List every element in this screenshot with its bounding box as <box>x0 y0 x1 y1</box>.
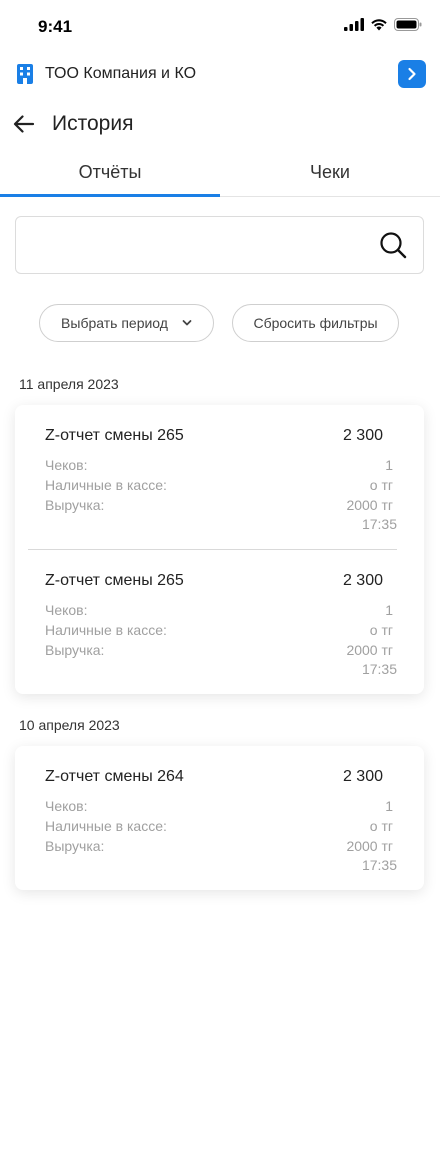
report-title: Z-отчет смены 265 <box>45 572 184 589</box>
period-select-button[interactable]: Выбрать период <box>39 304 214 342</box>
checks-label: Чеков: <box>45 602 88 618</box>
revenue-label: Выручка: <box>45 838 105 854</box>
report-title: Z-отчет смены 264 <box>45 768 184 785</box>
filters: Выбрать период Сбросить фильтры <box>0 304 440 342</box>
cash-label: Наличные в кассе: <box>45 622 167 638</box>
reset-filters-button[interactable]: Сбросить фильтры <box>232 304 399 342</box>
report-time: 17:35 <box>361 516 397 532</box>
cash-label: Наличные в кассе: <box>45 818 167 834</box>
report-card: Z-отчет смены 265 2 300 Чеков: 1 Наличны… <box>15 405 424 694</box>
checks-value: 1 <box>385 602 393 618</box>
checks-value: 1 <box>385 798 393 814</box>
cash-value: о тг <box>369 622 393 638</box>
checks-value: 1 <box>385 457 393 473</box>
revenue-label: Выручка: <box>45 497 105 513</box>
checks-label: Чеков: <box>45 457 88 473</box>
status-time: 9:41 <box>38 17 73 36</box>
search-input[interactable] <box>28 227 368 263</box>
report-total: 2 300 <box>342 427 383 444</box>
status-bar: 9:41 <box>0 0 440 52</box>
search-icon[interactable] <box>379 231 407 259</box>
report-title: Z-отчет смены 265 <box>45 427 184 444</box>
header: История <box>0 106 440 144</box>
chevron-down-icon <box>182 320 192 326</box>
revenue-label: Выручка: <box>45 642 105 658</box>
report-time: 17:35 <box>361 857 397 873</box>
report-time: 17:35 <box>361 661 397 677</box>
back-button[interactable] <box>12 112 36 136</box>
revenue-value: 2000 тг <box>346 497 393 513</box>
battery-icon <box>394 18 422 31</box>
tab-bar: Отчёты Чеки <box>0 155 440 197</box>
search-box <box>15 216 424 274</box>
wifi-icon <box>371 19 387 31</box>
tab-checks[interactable]: Чеки <box>220 155 440 196</box>
tab-reports[interactable]: Отчёты <box>0 155 220 197</box>
report-card: Z-отчет смены 264 2 300 Чеков: 1 Наличны… <box>15 746 424 890</box>
report-total: 2 300 <box>342 768 383 785</box>
page-title: История <box>52 112 134 135</box>
report-total: 2 300 <box>342 572 383 589</box>
date-header: 11 апреля 2023 <box>19 376 119 392</box>
company-switch-button[interactable] <box>398 60 426 88</box>
arrow-left-icon <box>13 115 35 133</box>
period-select-label: Выбрать период <box>61 315 168 331</box>
company-bar: ТОО Компания и КО <box>0 58 440 90</box>
chevron-right-icon <box>408 67 416 81</box>
report-item[interactable]: Z-отчет смены 265 2 300 Чеков: 1 Наличны… <box>15 405 424 549</box>
report-item[interactable]: Z-отчет смены 265 2 300 Чеков: 1 Наличны… <box>15 550 424 694</box>
cash-value: о тг <box>369 477 393 493</box>
company-name: ТОО Компания и КО <box>45 65 197 82</box>
revenue-value: 2000 тг <box>346 642 393 658</box>
date-header: 10 апреля 2023 <box>19 717 120 733</box>
cash-value: о тг <box>369 818 393 834</box>
cash-label: Наличные в кассе: <box>45 477 167 493</box>
status-icons <box>344 18 422 31</box>
revenue-value: 2000 тг <box>346 838 393 854</box>
building-icon <box>17 64 33 84</box>
report-item[interactable]: Z-отчет смены 264 2 300 Чеков: 1 Наличны… <box>15 746 424 890</box>
signal-icon <box>344 18 364 31</box>
checks-label: Чеков: <box>45 798 88 814</box>
